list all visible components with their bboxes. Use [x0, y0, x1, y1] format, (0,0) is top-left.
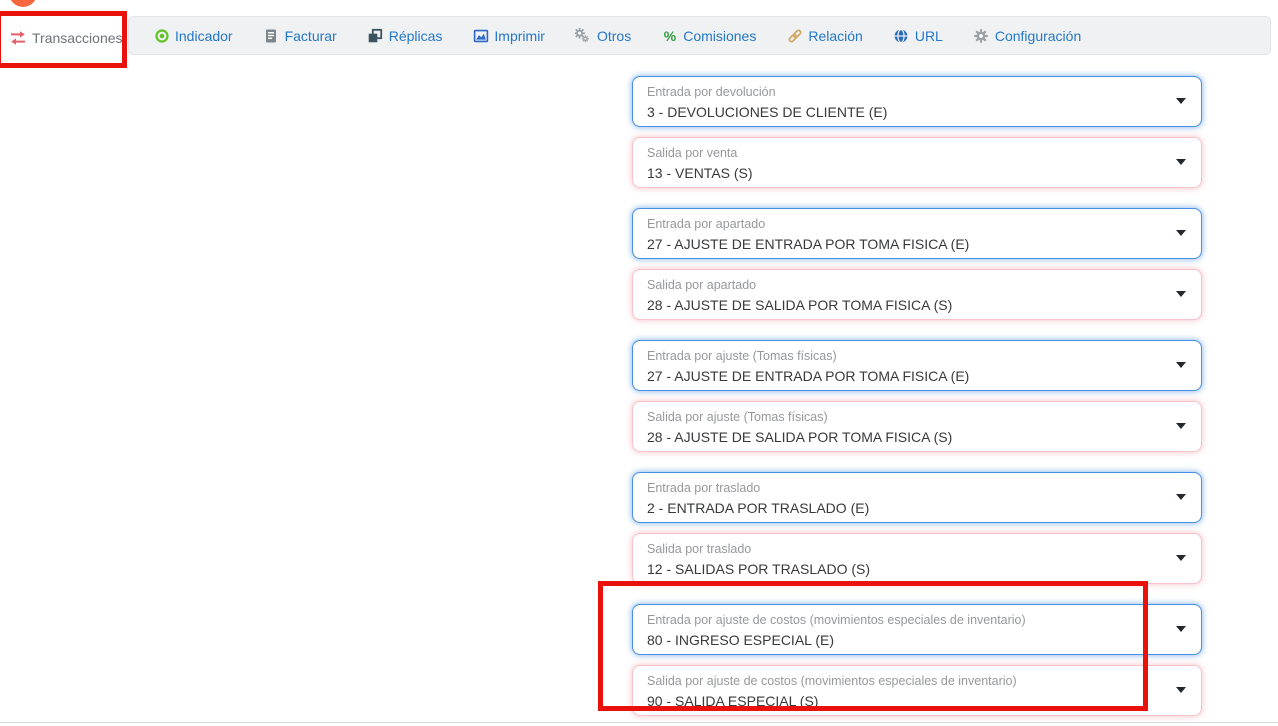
- select-field-salida-por-ajuste-de-costos-movimientos-especiales-de-inventario-[interactable]: Salida por ajuste de costos (movimientos…: [632, 665, 1202, 716]
- transaction-selects: Entrada por devolución 3 - DEVOLUCIONES …: [632, 76, 1202, 716]
- select-field-label: Salida por ajuste (Tomas físicas): [647, 409, 1161, 425]
- chart-icon: [472, 27, 489, 44]
- page-bottom-divider: [0, 722, 1278, 723]
- tab-url[interactable]: URL: [893, 27, 943, 44]
- percent-icon: %: [661, 27, 678, 44]
- select-field-label: Salida por traslado: [647, 541, 1161, 557]
- select-field-label: Entrada por apartado: [647, 216, 1161, 232]
- dropdown-caret-icon: [1176, 159, 1186, 165]
- tab-configuracion[interactable]: Configuración: [973, 27, 1081, 44]
- select-field-entrada-por-ajuste-tomas-fisicas-[interactable]: Entrada por ajuste (Tomas físicas) 27 - …: [632, 340, 1202, 391]
- select-field-salida-por-ajuste-tomas-fisicas-[interactable]: Salida por ajuste (Tomas físicas) 28 - A…: [632, 401, 1202, 452]
- orange-badge: [9, 0, 37, 7]
- page: Transacciones Indicador Facturar Réplica…: [0, 0, 1278, 726]
- invoice-icon: [263, 27, 280, 44]
- tab-label: Relación: [808, 28, 862, 44]
- select-field-label: Entrada por ajuste de costos (movimiento…: [647, 612, 1161, 628]
- select-field-label: Entrada por ajuste (Tomas físicas): [647, 348, 1161, 364]
- tab-label: Indicador: [175, 28, 233, 44]
- dropdown-caret-icon: [1176, 98, 1186, 104]
- gears-icon: [575, 27, 592, 44]
- select-field-label: Entrada por devolución: [647, 84, 1161, 100]
- select-field-entrada-por-ajuste-de-costos-movimientos-especiales-de-inventario-[interactable]: Entrada por ajuste de costos (movimiento…: [632, 604, 1202, 655]
- dropdown-caret-icon: [1176, 555, 1186, 561]
- select-field-label: Salida por venta: [647, 145, 1161, 161]
- tab-relacion[interactable]: Relación: [786, 27, 862, 44]
- tab-label: Imprimir: [494, 28, 545, 44]
- select-field-salida-por-venta[interactable]: Salida por venta 13 - VENTAS (S): [632, 137, 1202, 188]
- swap-arrows-icon: [9, 30, 26, 47]
- dropdown-caret-icon: [1176, 230, 1186, 236]
- tab-label: URL: [915, 28, 943, 44]
- tab-label: Otros: [597, 28, 631, 44]
- tab-label: Réplicas: [389, 28, 443, 44]
- dropdown-caret-icon: [1176, 494, 1186, 500]
- select-field-value: 28 - AJUSTE DE SALIDA POR TOMA FISICA (S…: [647, 296, 1161, 314]
- dropdown-caret-icon: [1176, 626, 1186, 632]
- dropdown-caret-icon: [1176, 362, 1186, 368]
- select-field-label: Entrada por traslado: [647, 480, 1161, 496]
- select-field-value: 90 - SALIDA ESPECIAL (S): [647, 692, 1161, 710]
- tab-imprimir[interactable]: Imprimir: [472, 27, 545, 44]
- tab-otros[interactable]: Otros: [575, 27, 631, 44]
- tab-comisiones[interactable]: % Comisiones: [661, 27, 756, 44]
- tab-label: Configuración: [995, 28, 1081, 44]
- select-field-entrada-por-traslado[interactable]: Entrada por traslado 2 - ENTRADA POR TRA…: [632, 472, 1202, 523]
- select-field-value: 13 - VENTAS (S): [647, 164, 1161, 182]
- select-field-value: 2 - ENTRADA POR TRASLADO (E): [647, 499, 1161, 517]
- copy-icon: [367, 27, 384, 44]
- select-field-value: 80 - INGRESO ESPECIAL (E): [647, 631, 1161, 649]
- tab-transacciones[interactable]: Transacciones: [0, 15, 126, 61]
- tab-label: Facturar: [285, 28, 337, 44]
- link-icon: [786, 27, 803, 44]
- gear-icon: [973, 27, 990, 44]
- select-field-value: 28 - AJUSTE DE SALIDA POR TOMA FISICA (S…: [647, 428, 1161, 446]
- select-field-salida-por-apartado[interactable]: Salida por apartado 28 - AJUSTE DE SALID…: [632, 269, 1202, 320]
- tab-label: Comisiones: [683, 28, 756, 44]
- dropdown-caret-icon: [1176, 291, 1186, 297]
- select-field-entrada-por-apartado[interactable]: Entrada por apartado 27 - AJUSTE DE ENTR…: [632, 208, 1202, 259]
- select-field-value: 27 - AJUSTE DE ENTRADA POR TOMA FISICA (…: [647, 367, 1161, 385]
- globe-icon: [893, 27, 910, 44]
- select-field-entrada-por-devolucion[interactable]: Entrada por devolución 3 - DEVOLUCIONES …: [632, 76, 1202, 127]
- select-field-value: 12 - SALIDAS POR TRASLADO (S): [647, 560, 1161, 578]
- tab-indicador[interactable]: Indicador: [153, 27, 233, 44]
- target-icon: [153, 27, 170, 44]
- dropdown-caret-icon: [1176, 423, 1186, 429]
- select-field-value: 27 - AJUSTE DE ENTRADA POR TOMA FISICA (…: [647, 235, 1161, 253]
- select-field-label: Salida por apartado: [647, 277, 1161, 293]
- select-field-value: 3 - DEVOLUCIONES DE CLIENTE (E): [647, 103, 1161, 121]
- tab-facturar[interactable]: Facturar: [263, 27, 337, 44]
- tab-replicas[interactable]: Réplicas: [367, 27, 443, 44]
- svg-text:%: %: [663, 28, 676, 44]
- select-field-label: Salida por ajuste de costos (movimientos…: [647, 673, 1161, 689]
- dropdown-caret-icon: [1176, 687, 1186, 693]
- tab-label: Transacciones: [32, 30, 123, 46]
- tab-bar: Indicador Facturar Réplicas Imprimir Otr…: [128, 16, 1271, 55]
- select-field-salida-por-traslado[interactable]: Salida por traslado 12 - SALIDAS POR TRA…: [632, 533, 1202, 584]
